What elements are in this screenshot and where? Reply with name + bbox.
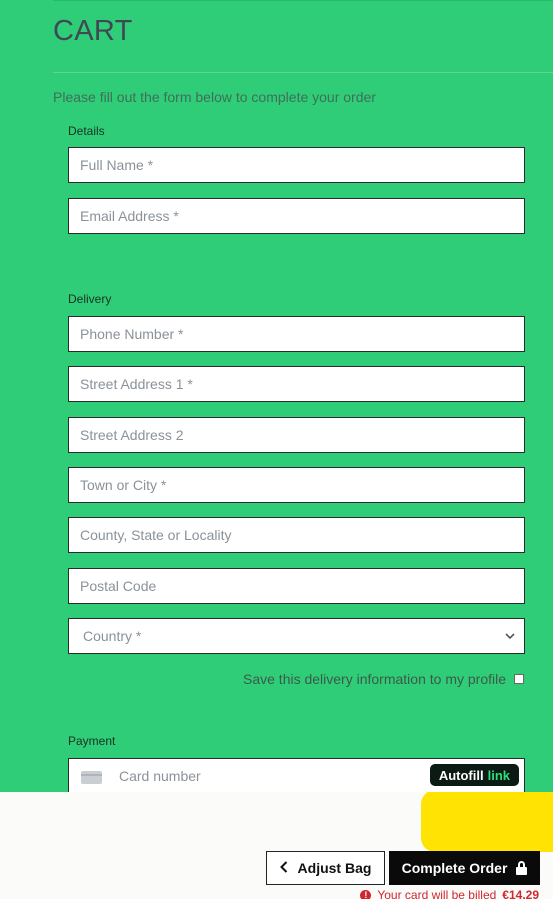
phone-field[interactable] xyxy=(68,316,525,352)
title-divider xyxy=(53,72,553,73)
complete-order-label: Complete Order xyxy=(401,860,508,876)
alert-icon: ! xyxy=(360,889,372,899)
link-brand: link xyxy=(487,767,510,783)
street-address-1-field[interactable] xyxy=(68,366,525,402)
autofill-label: Autofill xyxy=(438,767,484,783)
lock-icon xyxy=(516,861,528,875)
country-select[interactable]: Country * xyxy=(69,619,524,653)
street-address-2-field[interactable] xyxy=(68,417,525,453)
country-field[interactable]: Country * xyxy=(68,618,525,654)
adjust-bag-button[interactable]: Adjust Bag xyxy=(266,851,385,885)
phone-input[interactable] xyxy=(69,317,524,351)
county-input[interactable] xyxy=(69,518,524,552)
autofill-link-button[interactable]: Autofill link xyxy=(429,764,519,786)
checkout-footer: Adjust Bag Complete Order ! Your card wi… xyxy=(0,792,553,899)
billing-notice-text: Your card will be billed xyxy=(377,888,497,899)
delivery-label: Delivery xyxy=(68,292,112,306)
billing-notice: ! Your card will be billed €14.29 xyxy=(360,888,539,899)
street-address-2-input[interactable] xyxy=(69,418,524,452)
top-divider xyxy=(53,0,553,1)
adjust-bag-label: Adjust Bag xyxy=(297,860,372,876)
postal-code-input[interactable] xyxy=(69,569,524,603)
complete-order-button[interactable]: Complete Order xyxy=(389,851,540,885)
card-number-placeholder[interactable]: Card number xyxy=(119,768,201,784)
chevron-left-icon xyxy=(279,860,288,876)
payment-label: Payment xyxy=(68,734,116,748)
postal-code-field[interactable] xyxy=(68,568,525,604)
details-label: Details xyxy=(68,124,105,138)
full-name-field[interactable] xyxy=(68,147,525,183)
town-field[interactable] xyxy=(68,467,525,503)
billing-amount: €14.29 xyxy=(502,888,539,899)
form-intro: Please fill out the form below to comple… xyxy=(53,89,376,105)
save-delivery-label: Save this delivery information to my pro… xyxy=(243,671,506,687)
page-title: CART xyxy=(53,15,133,47)
street-address-1-input[interactable] xyxy=(69,367,524,401)
email-field[interactable] xyxy=(68,198,525,234)
save-delivery-checkbox[interactable] xyxy=(514,674,524,684)
full-name-input[interactable] xyxy=(69,148,524,182)
save-delivery-row[interactable]: Save this delivery information to my pro… xyxy=(243,671,524,687)
county-field[interactable] xyxy=(68,517,525,553)
town-input[interactable] xyxy=(69,468,524,502)
decorative-blob xyxy=(421,792,553,852)
card-icon xyxy=(81,771,102,784)
card-number-field[interactable]: Card number Autofill link xyxy=(68,758,525,794)
email-input[interactable] xyxy=(69,199,524,233)
